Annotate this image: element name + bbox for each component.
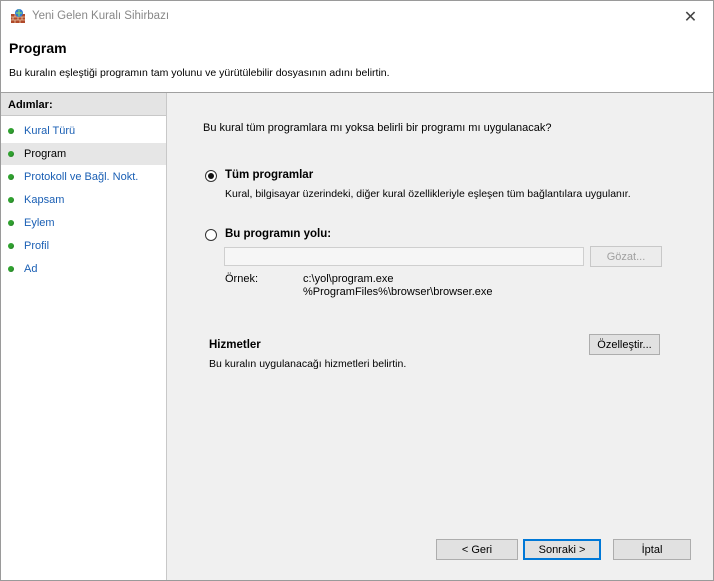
- wizard-content: Bu kural tüm programlara mı yoksa belirl…: [167, 93, 713, 580]
- step-label: Protokoll ve Bağl. Nokt.: [24, 171, 139, 183]
- step-ad[interactable]: Ad: [1, 258, 166, 280]
- step-label: Eylem: [24, 217, 55, 229]
- firewall-icon: [10, 8, 26, 24]
- page-title: Program: [9, 40, 67, 56]
- step-profil[interactable]: Profil: [1, 235, 166, 257]
- scope-question: Bu kural tüm programlara mı yoksa belirl…: [203, 122, 552, 134]
- step-status-icon: [8, 243, 14, 249]
- services-description: Bu kuralın uygulanacağı hizmetleri belir…: [209, 358, 407, 370]
- wizard-header: Program Bu kuralın eşleştiği programın t…: [1, 32, 713, 93]
- close-button[interactable]: ✕: [668, 1, 713, 32]
- program-path-label[interactable]: Bu programın yolu:: [225, 228, 331, 240]
- all-programs-radio[interactable]: [205, 170, 217, 182]
- steps-sidebar: Adımlar: Kural Türü Program Protokoll ve…: [1, 93, 167, 580]
- step-status-icon: [8, 174, 14, 180]
- step-status-icon: [8, 151, 14, 157]
- window-title: Yeni Gelen Kuralı Sihirbazı: [32, 10, 170, 22]
- step-protocol-ports[interactable]: Protokoll ve Bağl. Nokt.: [1, 166, 166, 188]
- example-label: Örnek:: [225, 273, 259, 285]
- steps-header: Adımlar:: [1, 93, 166, 116]
- step-label: Kapsam: [24, 194, 65, 206]
- example-path-1: c:\yol\program.exe: [303, 273, 394, 285]
- close-icon: ✕: [683, 8, 698, 26]
- step-status-icon: [8, 220, 14, 226]
- program-path-input[interactable]: [224, 247, 584, 266]
- all-programs-description: Kural, bilgisayar üzerindeki, diğer kura…: [225, 188, 631, 200]
- step-eylem[interactable]: Eylem: [1, 212, 166, 234]
- wizard-window: Yeni Gelen Kuralı Sihirbazı ✕ Program Bu…: [0, 0, 714, 581]
- step-label: Kural Türü: [24, 125, 76, 137]
- step-label: Ad: [24, 263, 38, 275]
- browse-button[interactable]: Gözat...: [590, 246, 662, 267]
- step-status-icon: [8, 197, 14, 203]
- all-programs-label[interactable]: Tüm programlar: [225, 169, 313, 181]
- customize-button[interactable]: Özelleştir...: [589, 334, 660, 355]
- step-label: Profil: [24, 240, 50, 252]
- page-description: Bu kuralın eşleştiği programın tam yolun…: [9, 67, 390, 79]
- step-kapsam[interactable]: Kapsam: [1, 189, 166, 211]
- step-kural-turu[interactable]: Kural Türü: [1, 120, 166, 142]
- example-path-2: %ProgramFiles%\browser\browser.exe: [303, 286, 493, 298]
- title-bar: Yeni Gelen Kuralı Sihirbazı ✕: [1, 1, 713, 32]
- program-path-radio[interactable]: [205, 229, 217, 241]
- step-label: Program: [24, 148, 67, 160]
- services-title: Hizmetler: [209, 339, 261, 351]
- step-status-icon: [8, 128, 14, 134]
- step-program[interactable]: Program: [1, 143, 166, 165]
- next-button[interactable]: Sonraki >: [523, 539, 601, 560]
- step-status-icon: [8, 266, 14, 272]
- steps-header-label: Adımlar:: [8, 99, 53, 111]
- cancel-button[interactable]: İptal: [613, 539, 691, 560]
- back-button[interactable]: < Geri: [436, 539, 518, 560]
